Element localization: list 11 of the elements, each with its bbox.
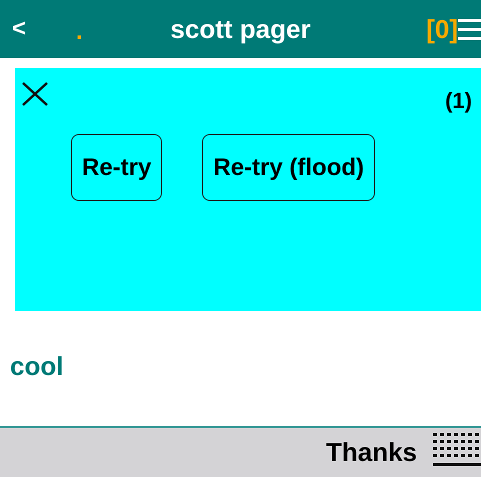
screen-title: scott pager [170, 14, 311, 44]
retry-button[interactable]: Re-try (flood) [202, 134, 376, 201]
menu-icon[interactable] [458, 18, 481, 42]
popup-counter: (1) [445, 87, 472, 115]
close-icon[interactable] [21, 81, 49, 107]
quick-reply[interactable]: Thanks [326, 433, 417, 472]
back-button[interactable]: < [12, 11, 26, 47]
unread-count: [0] [426, 12, 458, 46]
status-indicator: . [76, 17, 83, 47]
message-text: cool [10, 350, 64, 382]
retry-button[interactable]: Re-try [71, 134, 162, 201]
